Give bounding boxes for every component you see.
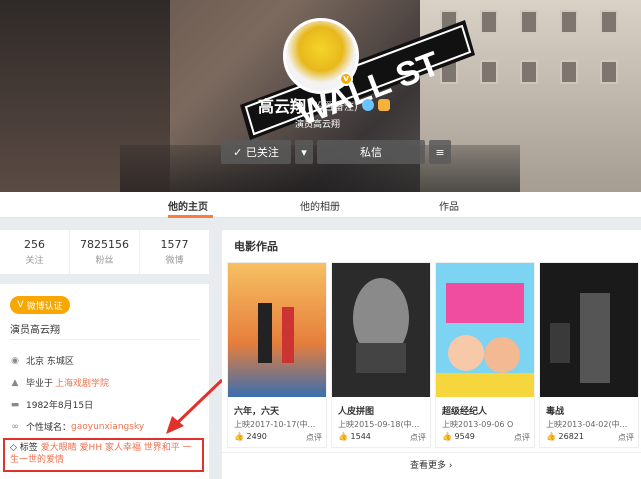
movie-actions: 👍 2490 点评 (234, 432, 322, 443)
profile-name: 高云翔 (258, 97, 307, 116)
like-count: 1544 (350, 432, 371, 441)
verify-label: 微博认证 (26, 301, 63, 312)
like-button[interactable]: 👍 2490 (234, 432, 267, 443)
movies-panel: 电影作品 六年，六天 上映2017-10-17(中... 👍 2490 点评 人… (222, 230, 641, 479)
movie-date: 上映2013-04-02(中... (546, 420, 628, 429)
review-button[interactable]: 点评 (410, 432, 426, 443)
location-text: 北京 东城区 (26, 357, 74, 367)
movie-card[interactable]: 超级经纪人 上映2013-09-06 O 👍 9549 点评 (435, 262, 535, 448)
annotation-arrow-icon (166, 378, 224, 434)
divider (10, 339, 200, 340)
movie-date: 上映2013-09-06 O (442, 420, 514, 429)
stat-following-count: 256 (24, 238, 45, 251)
stat-fans[interactable]: 7825156 粉丝 (70, 230, 140, 274)
stat-following-label: 关注 (25, 256, 44, 266)
location-row: ◉ 北京 东城区 (10, 354, 74, 368)
tags-list[interactable]: 爱大眼睛 爱HH 家人幸福 世界和平 一生一世的爱情 (10, 443, 192, 465)
school-row: ▲ 毕业于 上海戏剧学院 (10, 376, 110, 390)
review-button[interactable]: 点评 (514, 432, 530, 443)
see-more-link[interactable]: 查看更多 › (410, 458, 452, 471)
profile-tabs: 他的主页 他的相册 作品 (0, 192, 641, 218)
movie-card[interactable]: 毒战 上映2013-04-02(中... 👍 26821 点评 (539, 262, 639, 448)
movie-poster (436, 263, 534, 397)
movie-date: 上映2015-09-18(中... (338, 420, 420, 429)
v-icon: V (17, 300, 24, 310)
domain-row: ∞ 个性域名： gaoyunxiangsky (10, 420, 144, 434)
review-button[interactable]: 点评 (618, 432, 634, 443)
profile-name-row: 高云翔 (设置备注) (258, 95, 390, 116)
like-button[interactable]: 👍 1544 (338, 432, 371, 443)
birthday-row: ▬ 1982年8月15日 (10, 398, 94, 412)
follow-dropdown-button[interactable]: ▾ (295, 140, 313, 164)
like-count: 2490 (246, 432, 267, 441)
movie-date: 上映2017-10-17(中... (234, 420, 316, 429)
school-link[interactable]: 上海戏剧学院 (55, 376, 109, 389)
movie-title: 人皮拼图 (338, 407, 375, 417)
movie-title: 毒战 (546, 407, 565, 417)
movie-card[interactable]: 六年，六天 上映2017-10-17(中... 👍 2490 点评 (227, 262, 327, 448)
cake-icon: ▬ (10, 399, 20, 410)
graduation-cap-icon: ▲ (11, 377, 19, 388)
link-icon: ∞ (11, 421, 19, 432)
like-count: 9549 (454, 432, 475, 441)
tags-row: ◇ 标签 爱大眼睛 爱HH 家人幸福 世界和平 一生一世的爱情 (10, 442, 200, 466)
message-button[interactable]: 私信 (317, 140, 425, 164)
wall-st-sign: WALL ST (240, 20, 475, 140)
level-icon (377, 99, 390, 111)
followed-button[interactable]: ✓ 已关注 (221, 140, 291, 164)
movies-section-title: 电影作品 (234, 240, 278, 253)
profile-tagline: 演员高云翔 (295, 120, 341, 130)
tag-icon: ◇ (10, 443, 20, 453)
movie-actions: 👍 1544 点评 (338, 432, 426, 443)
movie-title: 六年，六天 (234, 407, 280, 417)
male-icon (361, 99, 374, 111)
menu-icon: ≡ (435, 145, 445, 159)
movie-title: 超级经纪人 (442, 407, 488, 417)
stat-weibo-label: 微博 (165, 256, 184, 266)
caret-down-icon: ▾ (301, 145, 307, 159)
movie-card[interactable]: 人皮拼图 上映2015-09-18(中... 👍 1544 点评 (331, 262, 431, 448)
stat-fans-count: 7825156 (80, 238, 129, 251)
birthday-text: 1982年8月15日 (26, 401, 94, 411)
stat-weibo-count: 1577 (160, 238, 189, 251)
verify-badge[interactable]: V 微博认证 (10, 296, 70, 314)
movie-actions: 👍 26821 点评 (546, 432, 634, 443)
tab-album[interactable]: 他的相册 (300, 198, 340, 213)
tags-prefix: 标签 (19, 443, 38, 453)
location-icon: ◉ (11, 355, 19, 366)
review-button[interactable]: 点评 (306, 432, 322, 443)
domain-prefix: 个性域名： (26, 423, 72, 433)
more-menu-button[interactable]: ≡ (429, 140, 451, 164)
movie-poster (332, 263, 430, 397)
domain-link[interactable]: gaoyunxiangsky (71, 422, 144, 432)
set-remark-link[interactable]: (设置备注) (310, 98, 358, 113)
movie-actions: 👍 9549 点评 (442, 432, 530, 443)
like-button[interactable]: 👍 9549 (442, 432, 475, 443)
movie-poster (228, 263, 326, 397)
stat-weibo[interactable]: 1577 微博 (140, 230, 209, 274)
verify-title: 演员高云翔 (10, 325, 60, 336)
active-tab-indicator (168, 215, 213, 218)
divider (222, 452, 641, 453)
like-count: 26821 (558, 432, 584, 441)
stat-fans-label: 粉丝 (95, 256, 114, 266)
tab-home[interactable]: 他的主页 (168, 198, 208, 213)
like-button[interactable]: 👍 26821 (546, 432, 584, 443)
tab-works[interactable]: 作品 (439, 198, 459, 213)
school-prefix: 毕业于 (26, 379, 54, 389)
stats-panel: 256 关注 7825156 粉丝 1577 微博 (0, 230, 209, 274)
stat-following[interactable]: 256 关注 (0, 230, 70, 274)
movie-poster (540, 263, 638, 397)
profile-actions: ✓ 已关注 ▾ 私信 ≡ (221, 140, 451, 164)
verified-icon: v (339, 72, 353, 86)
